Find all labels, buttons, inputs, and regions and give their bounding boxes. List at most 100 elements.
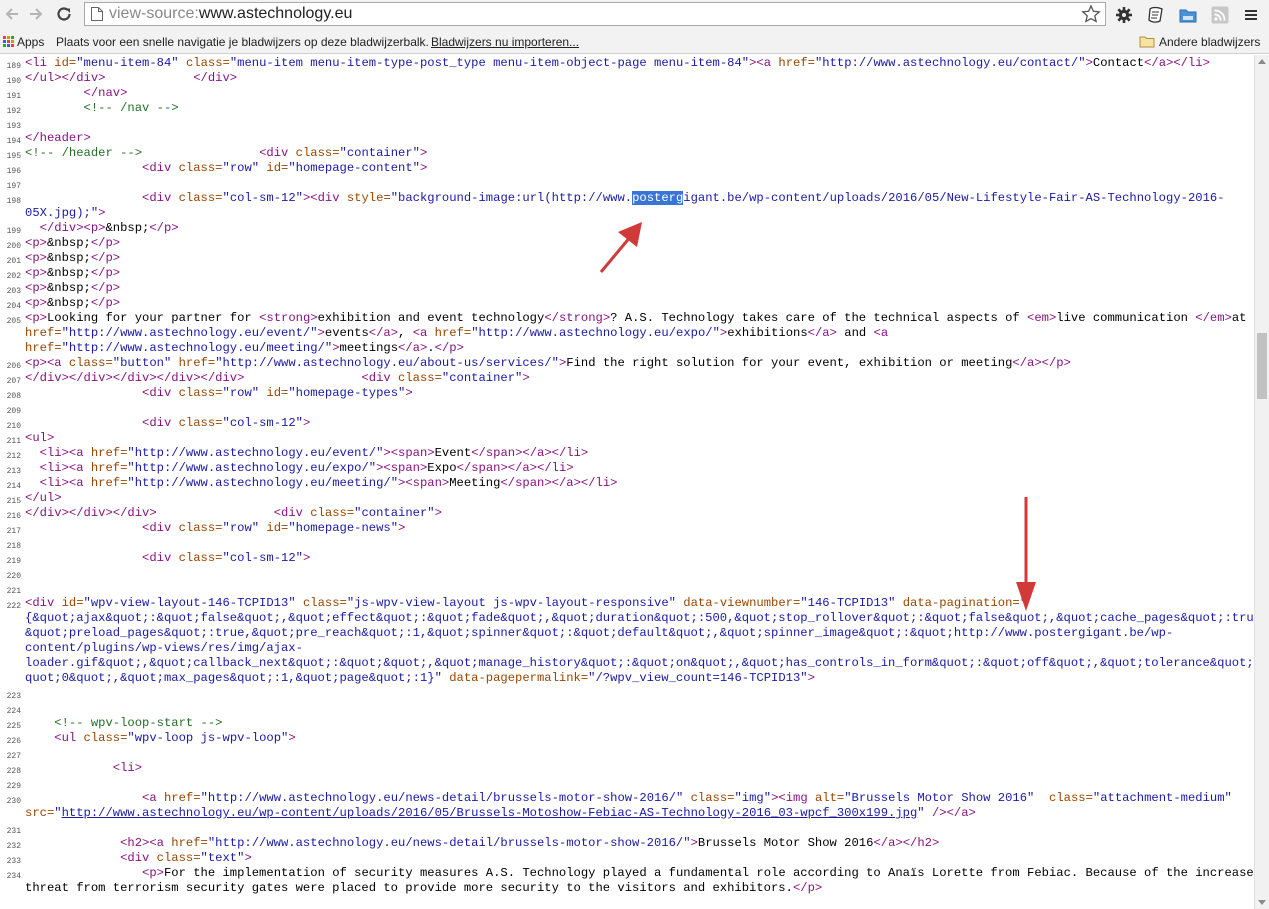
source-line: <div class="row" id="homepage-types"> xyxy=(142,386,413,400)
url-scheme: view-source: xyxy=(109,5,199,22)
apps-shortcut[interactable]: Apps xyxy=(17,35,44,49)
gear-icon xyxy=(1116,7,1132,23)
source-line: <div class="col-sm-12"> xyxy=(142,551,311,565)
forward-button[interactable] xyxy=(24,2,48,26)
line-number: 192 xyxy=(6,107,21,116)
bookmark-folder-icon xyxy=(1139,36,1155,48)
source-code-view: 189 <li id="menu-item-84" class="menu-ite… xyxy=(0,55,1254,909)
line-number: 205 xyxy=(6,317,21,326)
line-number: 224 xyxy=(6,707,21,716)
line-number: 227 xyxy=(6,752,21,761)
line-number: 189 xyxy=(6,62,21,71)
line-number: 233 xyxy=(6,857,21,866)
other-bookmarks-folder[interactable]: Andere bladwijzers xyxy=(1159,35,1260,49)
source-line: <a href="http://www.astechnology.eu/news… xyxy=(142,791,1232,805)
source-line: href="http://www.astechnology.eu/meeting… xyxy=(25,341,464,355)
line-number: 210 xyxy=(6,422,21,431)
chrome-menu-button[interactable] xyxy=(1240,4,1262,26)
line-number: 202 xyxy=(6,272,21,281)
source-line: </header> xyxy=(25,131,91,145)
source-line: <div class="col-sm-12"> xyxy=(142,416,311,430)
source-line: <!-- /nav --> xyxy=(83,101,179,115)
source-line: &quot;preload_pages&quot;:true,&quot;pre… xyxy=(25,626,1174,640)
extension-script-button[interactable] xyxy=(1145,4,1167,26)
source-line: </div></div></div> <div class="container… xyxy=(25,506,442,520)
source-line: </div></div></div></div></div> <div clas… xyxy=(25,371,530,385)
reload-button[interactable] xyxy=(52,2,76,26)
line-number: 216 xyxy=(6,512,21,521)
source-line: <p>&nbsp;</p> xyxy=(25,266,121,280)
source-line: <li><a href="http://www.astechnology.eu/… xyxy=(39,446,589,460)
source-line: loader.gif&quot;,&quot;callback_next&quo… xyxy=(25,656,1254,670)
hamburger-menu-icon xyxy=(1245,10,1257,20)
source-line: <li id="menu-item-84" class="menu-item m… xyxy=(25,56,1210,70)
bookmarks-bar-hint: Plaats voor een snelle navigatie je blad… xyxy=(56,35,429,49)
line-number: 215 xyxy=(6,497,21,506)
url-host: www.astechnology.eu xyxy=(198,5,353,22)
browser-toolbar: view-source:www.astechnology.eu xyxy=(0,0,1269,31)
line-number: 226 xyxy=(6,737,21,746)
line-number: 198 xyxy=(6,197,21,206)
folder-icon xyxy=(1179,9,1197,23)
line-number: 209 xyxy=(6,407,21,416)
source-line: <li> xyxy=(112,761,143,775)
line-number: 207 xyxy=(6,377,21,386)
source-line: 05X.jpg);"> xyxy=(25,206,106,220)
source-line: <ul class="wpv-loop js-wpv-loop"> xyxy=(54,731,296,745)
url-text[interactable]: view-source:www.astechnology.eu xyxy=(109,5,352,23)
source-line: </nav> xyxy=(83,86,128,100)
line-number: 230 xyxy=(6,797,21,806)
page-icon xyxy=(91,7,103,21)
source-line: {&quot;ajax&quot;:&quot;false&quot;,&quo… xyxy=(25,611,1254,625)
line-number: 229 xyxy=(6,782,21,791)
line-number: 228 xyxy=(6,767,21,776)
source-line: threat from terrorism security gates wer… xyxy=(25,881,823,895)
line-number: 208 xyxy=(6,392,21,401)
line-number: 225 xyxy=(6,722,21,731)
line-number: 199 xyxy=(6,227,21,236)
rss-button[interactable] xyxy=(1209,4,1231,26)
line-number: 190 xyxy=(6,77,21,86)
scrollbar-thumb[interactable] xyxy=(1257,333,1267,399)
extension-folder-button[interactable] xyxy=(1177,4,1199,26)
source-line: <p><a class="button" href="http://www.as… xyxy=(25,356,1071,370)
bookmarks-bar: Apps Plaats voor een snelle navigatie je… xyxy=(0,31,1269,54)
vertical-scrollbar[interactable] xyxy=(1254,55,1269,909)
rss-icon xyxy=(1211,6,1229,24)
line-number: 214 xyxy=(6,482,21,491)
back-button[interactable] xyxy=(0,2,24,26)
line-number: 211 xyxy=(6,437,21,446)
source-line: <div class="row" id="homepage-content"> xyxy=(142,161,428,175)
line-number: 234 xyxy=(6,872,21,881)
apps-grid-icon[interactable] xyxy=(3,36,14,47)
source-line: href="http://www.astechnology.eu/event/"… xyxy=(25,326,889,340)
source-line: <div class="row" id="homepage-news"> xyxy=(142,521,406,535)
source-line: <p>For the implementation of security me… xyxy=(142,866,1254,880)
back-arrow-icon xyxy=(5,8,18,20)
bookmark-star-icon[interactable] xyxy=(1081,4,1101,24)
source-line: <ul> xyxy=(25,431,55,445)
source-line: quot;0&quot;,&quot;max_pages&quot;:1,&qu… xyxy=(25,671,815,685)
extension-gear-button[interactable] xyxy=(1113,4,1135,26)
source-line: src="http://www.astechnology.eu/wp-conte… xyxy=(25,806,976,820)
line-number: 191 xyxy=(6,92,21,101)
line-number: 220 xyxy=(6,572,21,581)
source-line: <div class="text"> xyxy=(120,851,252,865)
line-number: 194 xyxy=(6,137,21,146)
line-number: 201 xyxy=(6,257,21,266)
line-number: 200 xyxy=(6,242,21,251)
source-line: <li><a href="http://www.astechnology.eu/… xyxy=(39,461,574,475)
line-number: 217 xyxy=(6,527,21,536)
scroll-up-arrow-icon[interactable] xyxy=(1258,59,1266,64)
source-line: <li><a href="http://www.astechnology.eu/… xyxy=(39,476,618,490)
source-line: <!-- wpv-loop-start --> xyxy=(54,716,223,730)
line-number: 222 xyxy=(6,602,21,611)
source-line: content/plugins/wp-views/res/img/ajax- xyxy=(25,641,303,655)
line-number: 196 xyxy=(6,167,21,176)
address-bar[interactable]: view-source:www.astechnology.eu xyxy=(84,2,1106,26)
forward-arrow-icon xyxy=(30,8,43,20)
scroll-down-arrow-icon[interactable] xyxy=(1258,900,1266,905)
line-number: 223 xyxy=(6,692,21,701)
line-number: 219 xyxy=(6,557,21,566)
import-bookmarks-link[interactable]: Bladwijzers nu importeren... xyxy=(431,35,579,49)
